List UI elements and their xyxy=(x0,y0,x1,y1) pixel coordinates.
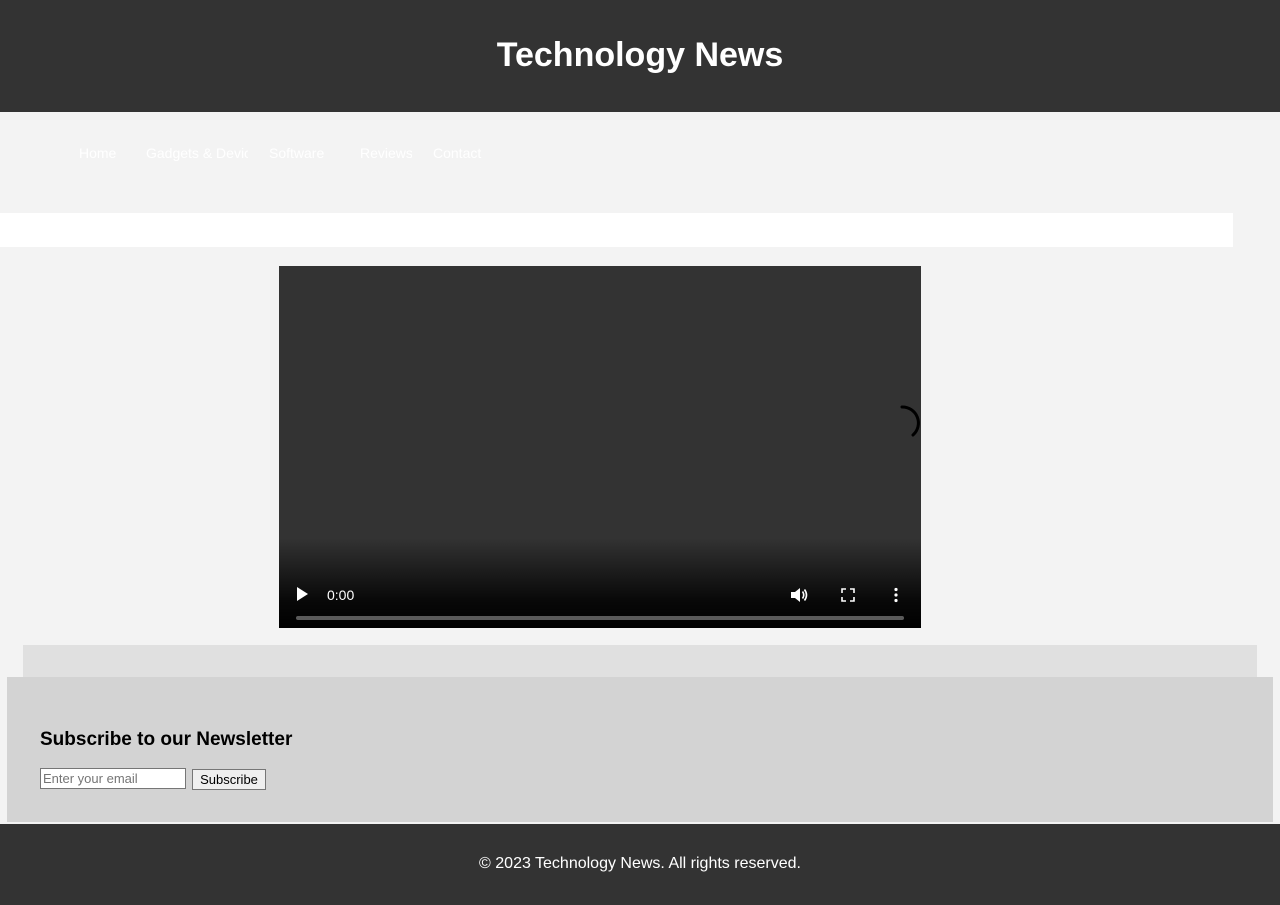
content-section xyxy=(23,645,1257,679)
main-nav: Home Gadgets & Devices Software Reviews … xyxy=(23,112,1257,195)
subscribe-button[interactable]: Subscribe xyxy=(192,769,266,790)
video-player[interactable]: 0:00 xyxy=(279,266,921,628)
loading-spinner-icon xyxy=(900,405,920,437)
more-options-icon[interactable] xyxy=(886,585,906,605)
play-icon[interactable] xyxy=(295,586,313,604)
site-footer: © 2023 Technology News. All rights reser… xyxy=(0,824,1280,905)
nav-link-reviews[interactable]: Reviews xyxy=(360,143,412,163)
newsletter-form: Subscribe xyxy=(40,768,1241,792)
video-progress-bar[interactable] xyxy=(296,616,904,620)
video-controls: 0:00 xyxy=(279,538,921,628)
copyright-text: © 2023 Technology News. All rights reser… xyxy=(479,855,801,872)
nav-list: Home Gadgets & Devices Software Reviews … xyxy=(39,143,521,163)
site-header: Technology News xyxy=(0,0,1280,112)
header-container: Technology News xyxy=(39,15,1241,96)
email-field[interactable] xyxy=(40,768,186,789)
search-input[interactable] xyxy=(0,213,1233,247)
site-title: Technology News xyxy=(496,36,784,74)
nav-link-gadgets-devices[interactable]: Gadgets & Devices xyxy=(146,143,248,163)
video-section: 0:00 xyxy=(0,266,1201,628)
nav-link-home[interactable]: Home xyxy=(79,143,125,163)
volume-icon[interactable] xyxy=(789,585,809,605)
newsletter-title: Subscribe to our Newsletter xyxy=(40,729,293,750)
fullscreen-icon[interactable] xyxy=(838,585,858,605)
nav-link-contact[interactable]: Contact xyxy=(433,143,502,163)
time-display: 0:00 xyxy=(327,587,355,603)
newsletter-section: Subscribe to our Newsletter Subscribe xyxy=(7,677,1273,822)
nav-link-software[interactable]: Software xyxy=(269,143,339,163)
